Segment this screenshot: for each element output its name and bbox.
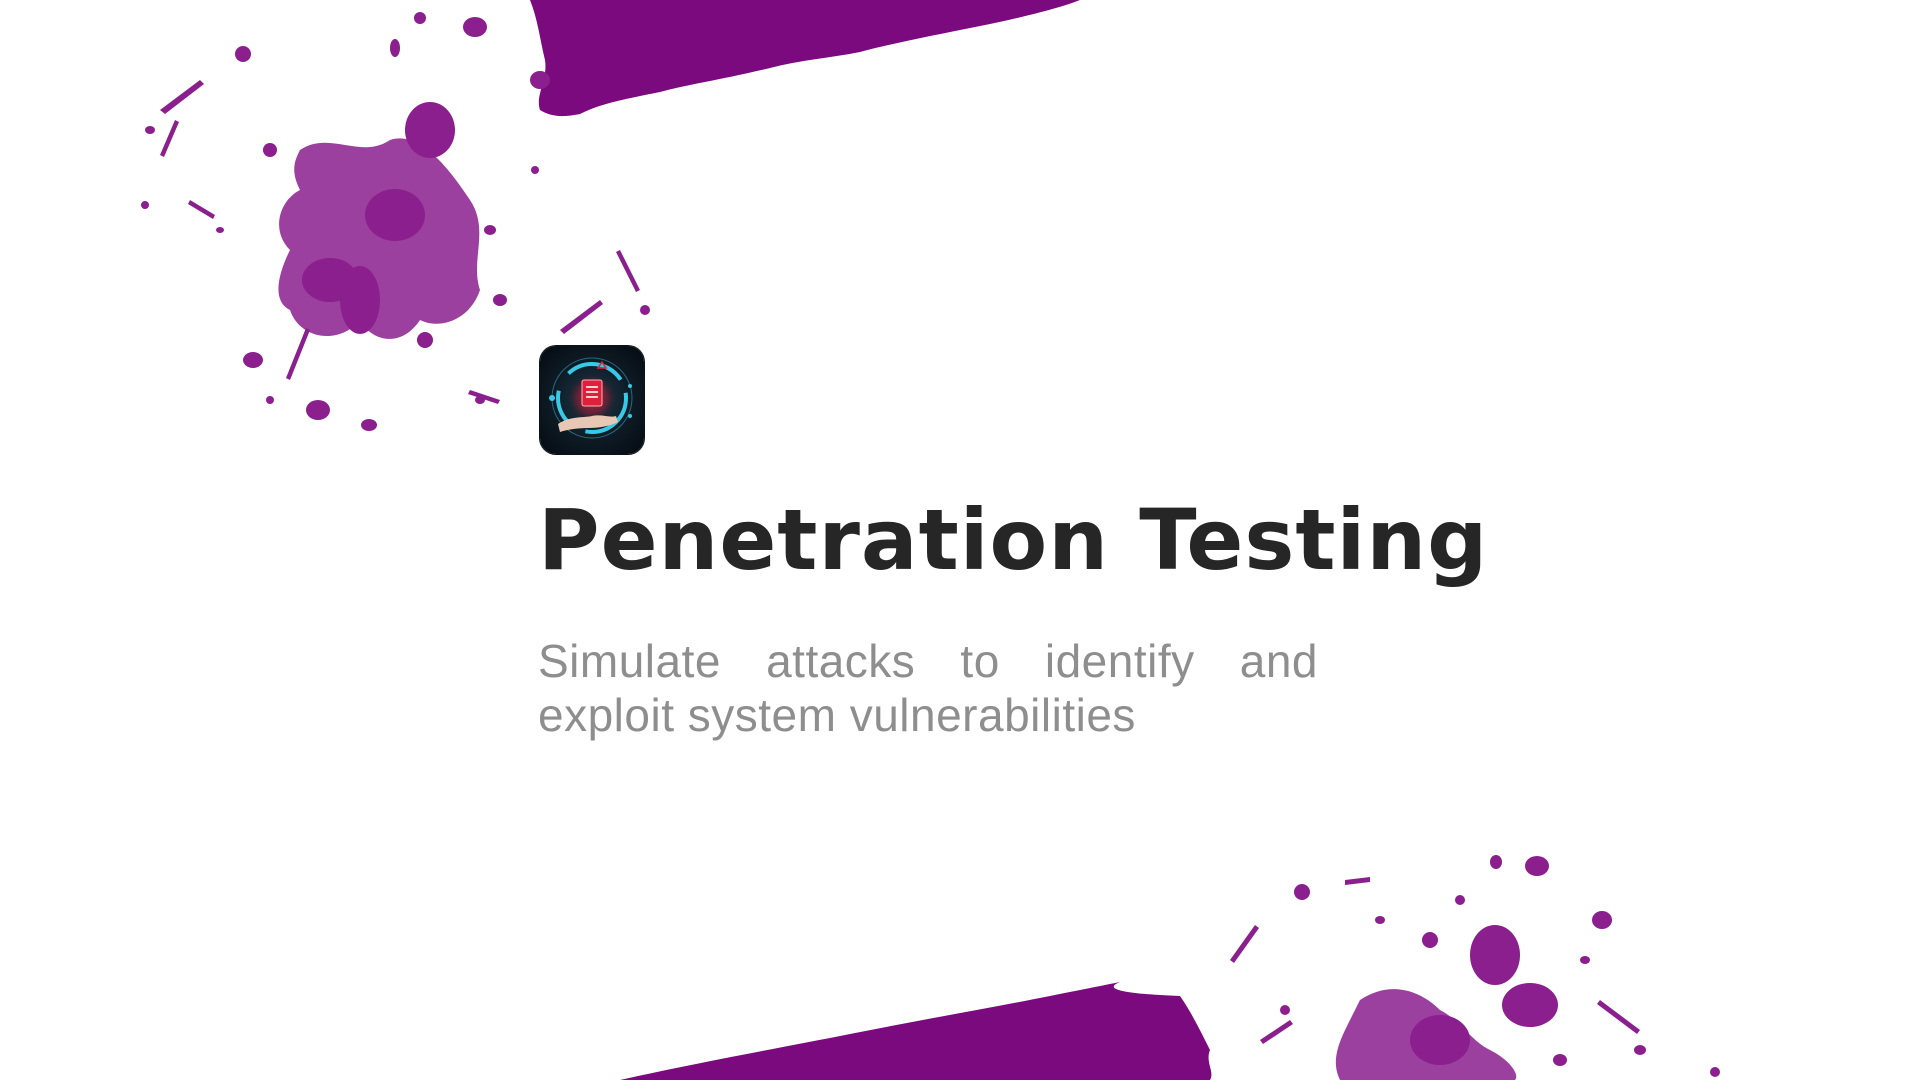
page-subtitle: Simulate attacks to identify and exploit… (538, 635, 1318, 741)
top-brush-stroke (530, 0, 1080, 117)
security-app-icon (540, 346, 644, 454)
bottom-right-splatter (1230, 855, 1720, 1080)
security-hand-shield-icon (549, 357, 633, 439)
page-title: Penetration Testing (538, 491, 1489, 589)
bottom-brush-stroke (620, 982, 1212, 1080)
